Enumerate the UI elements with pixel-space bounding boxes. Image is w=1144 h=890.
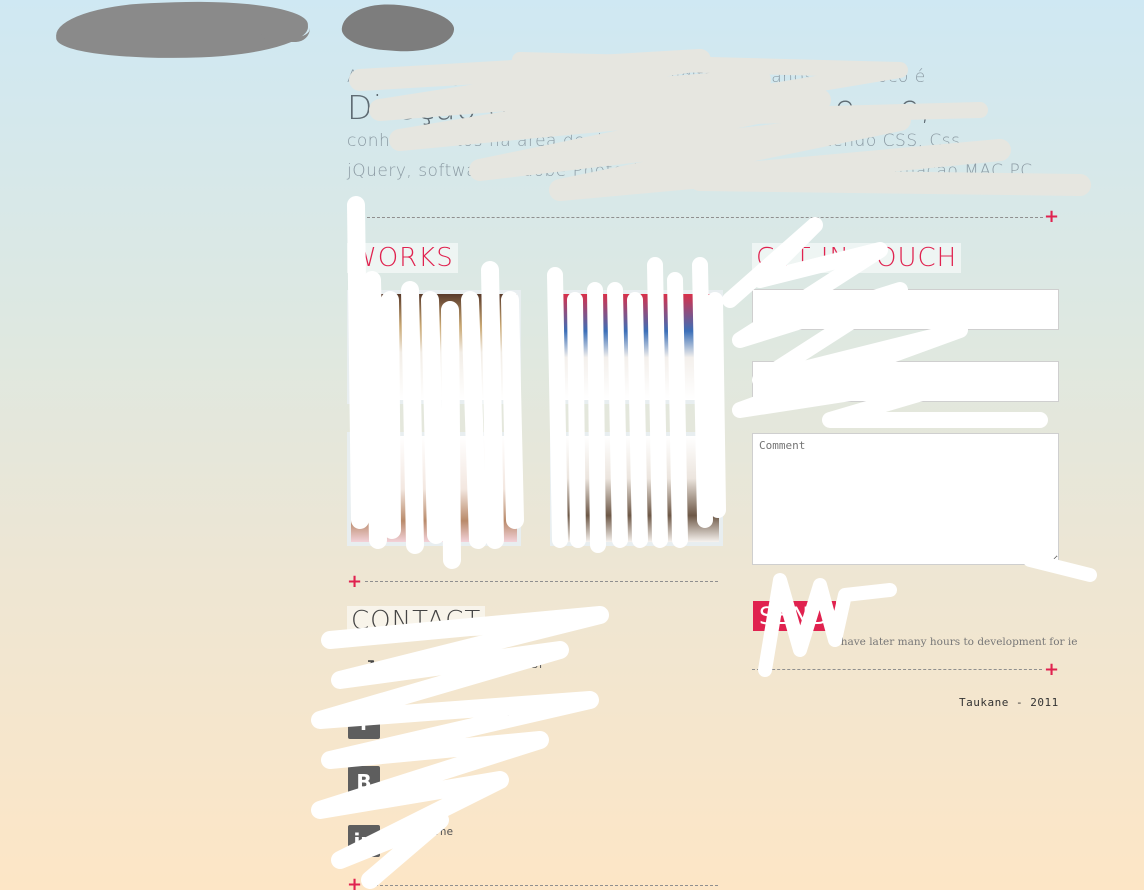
blogger-icon[interactable]: B [348,766,380,798]
divider-plus-icon: + [1044,206,1060,227]
work-thumb-4[interactable] [550,432,723,546]
divider-plus-icon: + [1044,659,1060,680]
footer-credit: Taukane - 2011 [959,696,1059,709]
intro-line-2: Direção de Arte Web Design e ...e, [347,88,932,127]
divider-plus-icon: + [347,874,363,890]
linkedin-icon[interactable]: in [348,825,380,857]
get-in-touch-heading: GET IN TOUCH [752,243,962,273]
work-thumb-3[interactable] [347,432,521,546]
comment-field[interactable] [752,433,1059,565]
contact-blogger-link[interactable]: ...ne [420,766,453,779]
intro-line-4: jQuery, softwares Adobe Photoshop, Illus… [347,161,1033,181]
name-field[interactable] [752,289,1059,330]
site-logo-tail [260,28,310,42]
mail-arrow-icon: ↗ [360,655,377,677]
divider-works [365,581,718,582]
work-thumb-1[interactable] [347,290,521,404]
email-field[interactable] [752,361,1059,402]
intro-text: A ... de criação e desenvolvimento digit… [347,62,1052,186]
works-heading: WORKS [347,243,458,273]
contact-linkedin-link[interactable]: ...ne [420,825,453,838]
nav-link[interactable] [340,1,456,55]
work-thumb-2[interactable] [550,290,723,404]
intro-line-3: conhecimentos na área de desenvolvimento… [347,131,967,151]
divider-top [367,217,1043,218]
divider-form [752,669,1042,670]
contact-facebook-link[interactable]: ...ace [487,707,527,720]
divider-contact [365,885,718,886]
contact-heading: CONTACT [347,606,486,636]
intro-line-1: A ... de criação e desenvolvimento digit… [347,67,926,87]
ie-note: i have later many hours to development f… [834,636,1078,648]
divider-plus-icon: + [347,571,363,592]
facebook-icon[interactable]: f [348,707,380,739]
send-button[interactable]: SEND [753,601,836,631]
contact-email-link[interactable]: contato@taukane.com.br [399,658,545,671]
